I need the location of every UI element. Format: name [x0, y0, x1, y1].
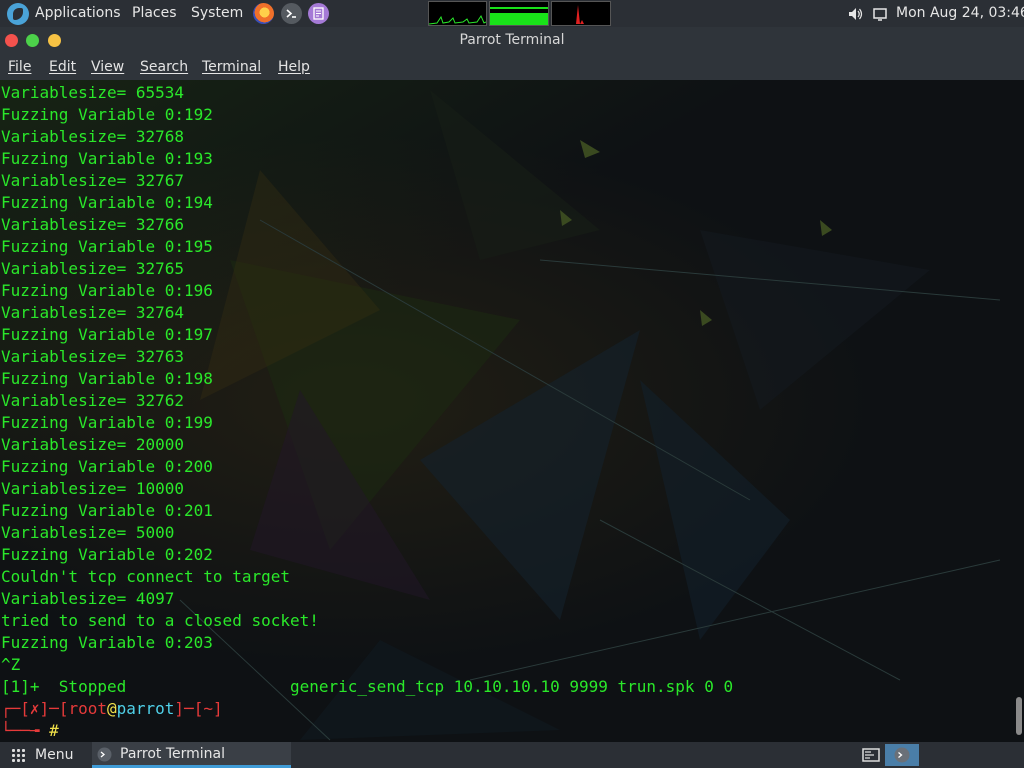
clock[interactable]: Mon Aug 24, 03:46: [896, 0, 1024, 27]
terminal-line: Variablesize= 32765: [1, 259, 185, 278]
terminal-line: Variablesize= 4097: [1, 589, 175, 608]
terminal-line: Fuzzing Variable 0:203: [1, 633, 213, 652]
close-button[interactable]: [5, 34, 18, 47]
terminal-line: Fuzzing Variable 0:196: [1, 281, 213, 300]
top-panel: Applications Places System Mon Aug 24, 0…: [0, 0, 1024, 27]
terminal-line: Variablesize= 32764: [1, 303, 185, 322]
terminal-line: Variablesize= 5000: [1, 523, 175, 542]
terminal-line: Variablesize= 10000: [1, 479, 185, 498]
terminal-output: Variablesize= 65534 Fuzzing Variable 0:1…: [1, 82, 733, 742]
terminal-line: Fuzzing Variable 0:198: [1, 369, 213, 388]
prompt-status: ✗: [29, 699, 40, 718]
prompt-user: root: [68, 699, 107, 718]
volume-icon[interactable]: [847, 6, 863, 22]
maximize-button[interactable]: [26, 34, 39, 47]
applications-menu[interactable]: Applications: [35, 0, 121, 27]
menu-file[interactable]: File: [8, 54, 31, 80]
terminal-line: Fuzzing Variable 0:195: [1, 237, 213, 256]
terminal-scrollbar[interactable]: [1016, 697, 1022, 735]
bottom-panel: Menu Parrot Terminal: [0, 742, 1024, 768]
window-titlebar[interactable]: Parrot Terminal: [0, 27, 1024, 54]
terminal-line: Fuzzing Variable 0:201: [1, 501, 213, 520]
document-glyph-icon: [313, 7, 324, 20]
workspace-switcher-icon[interactable]: [862, 747, 880, 763]
taskbar-item-parrot-terminal[interactable]: Parrot Terminal: [92, 742, 291, 768]
memory-fill: [490, 13, 548, 25]
taskbar-item-label: Parrot Terminal: [120, 746, 226, 762]
memory-monitor-graph: [489, 1, 549, 26]
minimize-button[interactable]: [48, 34, 61, 47]
terminal-line: Fuzzing Variable 0:192: [1, 105, 213, 124]
prompt-bracket: ]─[: [39, 699, 69, 718]
terminal-line: Couldn't tcp connect to target: [1, 567, 290, 586]
terminal-line: Variablesize= 32767: [1, 171, 185, 190]
menu-help[interactable]: Help: [278, 54, 310, 80]
memory-line: [490, 7, 548, 9]
prompt-symbol: #: [49, 721, 59, 740]
terminal-line: Fuzzing Variable 0:202: [1, 545, 213, 564]
cpu-graph-plot: [428, 14, 487, 25]
display-icon[interactable]: [872, 6, 888, 22]
menu-button[interactable]: Menu: [35, 742, 73, 768]
menu-view[interactable]: View: [91, 54, 124, 80]
terminal-line: Fuzzing Variable 0:193: [1, 149, 213, 168]
prompt-at: @: [106, 699, 117, 718]
cpu-monitor-graph: [428, 1, 487, 26]
text-editor-icon[interactable]: [308, 3, 329, 24]
menu-terminal[interactable]: Terminal: [202, 54, 261, 80]
menu-search[interactable]: Search: [140, 54, 188, 80]
active-workspace[interactable]: [885, 744, 919, 766]
terminal-line: Fuzzing Variable 0:200: [1, 457, 213, 476]
menu-edit[interactable]: Edit: [49, 54, 76, 80]
apps-grid-icon[interactable]: [11, 748, 26, 763]
network-graph-plot: [572, 5, 584, 24]
prompt-dir: ~: [203, 699, 213, 718]
terminal-small-icon: [97, 747, 112, 762]
terminal-line: Variablesize= 20000: [1, 435, 185, 454]
terminal-line: Variablesize= 65534: [1, 83, 185, 102]
terminal-line: Fuzzing Variable 0:194: [1, 193, 213, 212]
terminal-line: Variablesize= 32763: [1, 347, 185, 366]
terminal-line: Variablesize= 32768: [1, 127, 185, 146]
terminal-area[interactable]: Variablesize= 65534 Fuzzing Variable 0:1…: [0, 80, 1024, 742]
places-menu[interactable]: Places: [132, 0, 177, 27]
terminal-workspace-icon: [894, 747, 910, 763]
system-menu[interactable]: System: [191, 0, 243, 27]
terminal-line: Variablesize= 32766: [1, 215, 185, 234]
firefox-icon[interactable]: [253, 3, 274, 24]
prompt-host: parrot: [116, 699, 175, 718]
terminal-line: Fuzzing Variable 0:199: [1, 413, 213, 432]
prompt-bracket: ┌─[: [1, 699, 30, 718]
menubar: File Edit View Search Terminal Help: [0, 54, 1024, 80]
terminal-line: tried to send to a closed socket!: [1, 611, 319, 630]
parrot-logo-icon[interactable]: [7, 3, 29, 25]
terminal-line: ^Z: [1, 655, 21, 674]
terminal-line: Fuzzing Variable 0:197: [1, 325, 213, 344]
terminal-line: Variablesize= 32762: [1, 391, 185, 410]
terminal-line: [1]+ Stopped generic_send_tcp 10.10.10.1…: [1, 677, 734, 696]
prompt-bracket: ]─[: [174, 699, 204, 718]
terminal-glyph-icon: [286, 9, 296, 18]
terminal-icon[interactable]: [281, 3, 302, 24]
prompt-corner: └──╼: [1, 721, 50, 740]
network-monitor-graph: [551, 1, 611, 26]
prompt-bracket: ]: [212, 699, 223, 718]
window-title: Parrot Terminal: [459, 32, 565, 48]
